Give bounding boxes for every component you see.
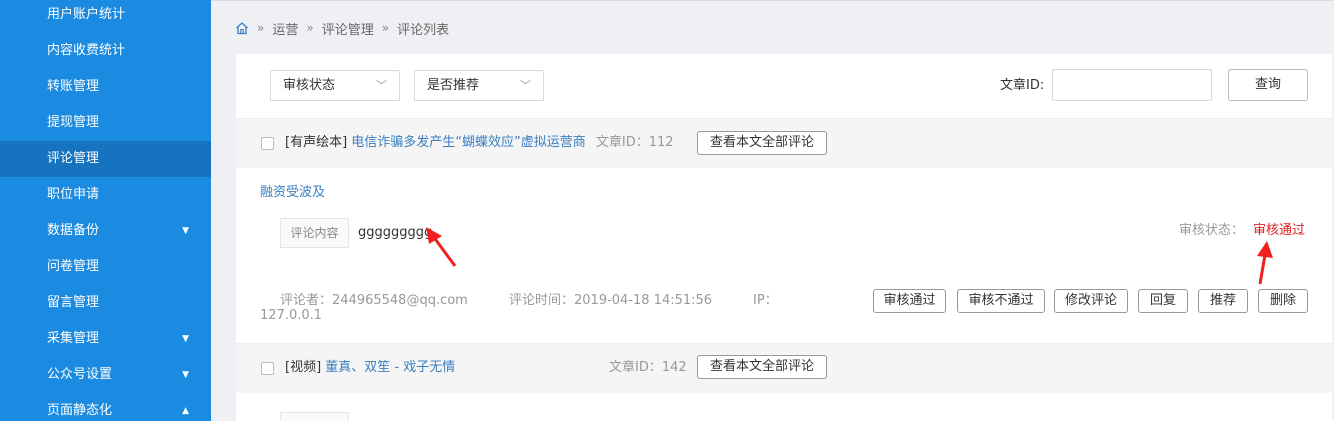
sidebar-item-data-backup[interactable]: 数据备份 ▼	[0, 213, 211, 249]
sidebar-item-page-static[interactable]: 页面静态化 ▲	[0, 393, 211, 421]
chevron-down-icon: ▼	[182, 370, 189, 380]
comment-content-label	[280, 412, 349, 421]
view-all-comments-button[interactable]: 查看本文全部评论	[697, 355, 827, 379]
breadcrumb-item-operations[interactable]: 运营	[272, 19, 298, 38]
article-title-link[interactable]: 电信诈骗多发产生“蝴蝶效应”虚拟运营商	[351, 135, 585, 150]
sidebar-item-job-applications[interactable]: 职位申请	[0, 177, 211, 213]
sidebar-item-surveys[interactable]: 问卷管理	[0, 249, 211, 285]
article-subtitle-link[interactable]: 融资受波及	[260, 184, 325, 202]
audit-status-label: 审核状态：	[1179, 223, 1245, 238]
comment-content: ggggggggg	[358, 225, 433, 240]
breadcrumb-separator: »	[306, 21, 314, 35]
article-id: 文章ID：142	[609, 360, 687, 375]
article-id: 文章ID：112	[595, 135, 674, 150]
sidebar-item-transfer[interactable]: 转账管理	[0, 69, 211, 105]
query-button[interactable]: 查询	[1228, 69, 1308, 101]
comment-article-title-line: [有声绘本] 电信诈骗多发产生“蝴蝶效应”虚拟运营商 文章ID：112	[285, 134, 674, 152]
article-category-tag: [有声绘本]	[285, 135, 348, 150]
audit-status-value: 审核通过	[1253, 223, 1306, 238]
comment-checkbox[interactable]	[261, 137, 274, 150]
edit-comment-button[interactable]: 修改评论	[1054, 289, 1128, 313]
sidebar-item-content-fee-stats[interactable]: 内容收费统计	[0, 33, 211, 69]
breadcrumb-item-comment-management[interactable]: 评论管理	[322, 19, 374, 38]
comment-content-label: 评论内容	[280, 218, 349, 248]
chevron-down-icon: ﹀	[376, 79, 387, 92]
breadcrumb-separator: »	[257, 21, 265, 35]
chevron-down-icon: ﹀	[520, 79, 531, 92]
recommend-select[interactable]: 是否推荐 ﹀	[414, 70, 544, 101]
sidebar: 用户账户统计 内容收费统计 转账管理 提现管理 评论管理 职位申请 数据备份 ▼ …	[0, 0, 211, 421]
breadcrumb-separator: »	[381, 21, 390, 35]
chevron-down-icon: ▼	[182, 334, 189, 344]
chevron-up-icon: ▲	[182, 406, 189, 416]
comment-time: 评论时间：2019-04-18 14:51:56	[509, 293, 713, 308]
view-all-comments-button[interactable]: 查看本文全部评论	[697, 131, 827, 155]
top-divider	[211, 0, 1334, 1]
ip-label: IP：	[753, 293, 778, 308]
sidebar-item-official-account[interactable]: 公众号设置 ▼	[0, 357, 211, 393]
recommend-button[interactable]: 推荐	[1198, 289, 1248, 313]
sidebar-item-messages[interactable]: 留言管理	[0, 285, 211, 321]
chevron-down-icon: ▼	[182, 226, 189, 236]
article-id-label: 文章ID:	[1000, 78, 1045, 93]
reply-button[interactable]: 回复	[1138, 289, 1188, 313]
breadcrumb-item-comment-list: 评论列表	[397, 22, 450, 38]
comment-checkbox[interactable]	[261, 362, 274, 375]
article-title-link[interactable]: 董真、双笙 - 戏子无情	[325, 360, 455, 375]
comment-article-title-line: [视频] 董真、双笙 - 戏子无情	[285, 359, 455, 377]
article-id-input[interactable]	[1052, 69, 1212, 101]
sidebar-item-withdraw[interactable]: 提现管理	[0, 105, 211, 141]
sidebar-item-user-account-stats[interactable]: 用户账户统计	[0, 0, 211, 33]
delete-button[interactable]: 删除	[1258, 289, 1308, 313]
ip-value: 127.0.0.1	[260, 308, 323, 323]
breadcrumb: » 运营 » 评论管理 » 评论列表	[235, 18, 449, 38]
home-icon[interactable]	[235, 21, 249, 35]
reject-button[interactable]: 审核不通过	[957, 289, 1045, 313]
approve-button[interactable]: 审核通过	[873, 289, 946, 313]
sidebar-item-collection[interactable]: 采集管理 ▼	[0, 321, 211, 357]
article-category-tag: [视频]	[285, 360, 322, 375]
sidebar-item-comments[interactable]: 评论管理	[0, 141, 211, 177]
audit-status-select[interactable]: 审核状态 ﹀	[270, 70, 400, 101]
